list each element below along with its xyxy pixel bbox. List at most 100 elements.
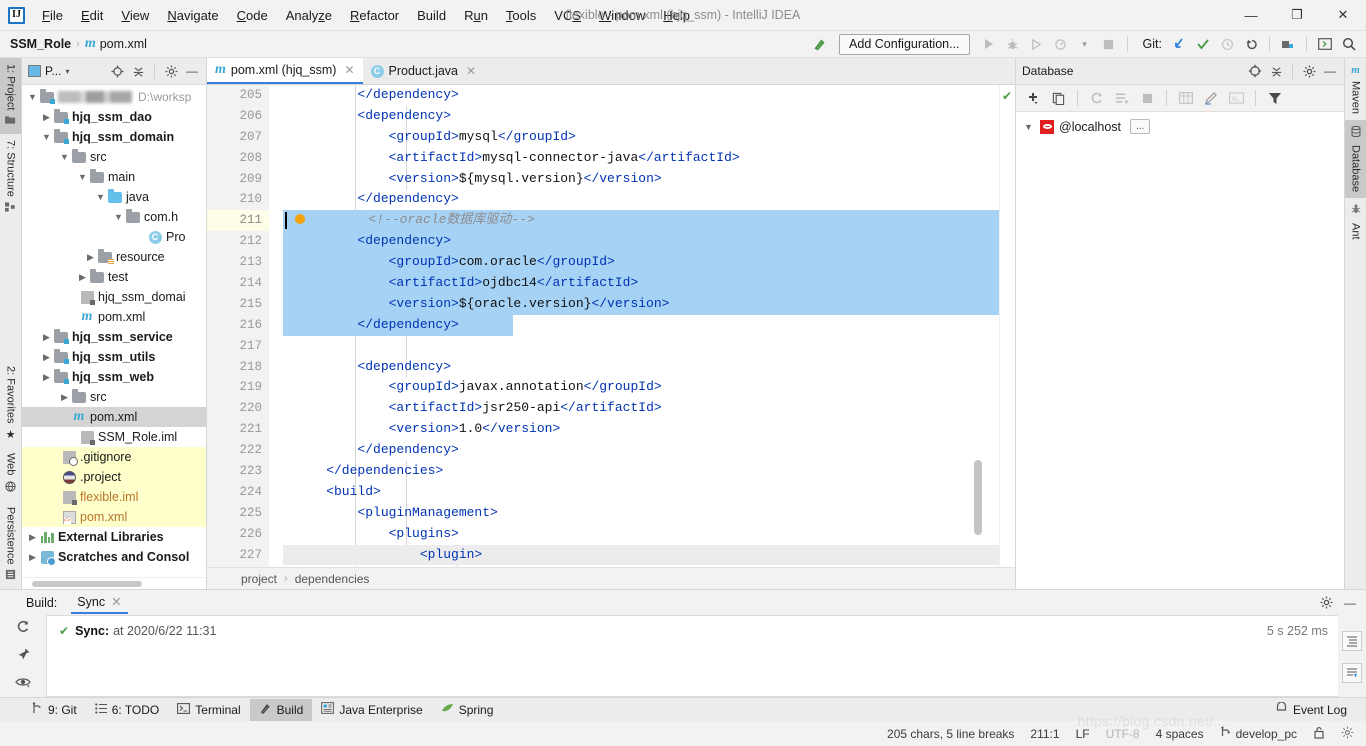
- code-line[interactable]: </dependency>: [283, 440, 999, 461]
- update-project-icon[interactable]: [1168, 33, 1190, 55]
- sidebar-item-structure[interactable]: 7: Structure: [0, 134, 21, 221]
- chevron-down-icon[interactable]: ▼: [112, 212, 125, 222]
- toolwindow-build[interactable]: Build: [249, 698, 313, 721]
- stop-icon[interactable]: [1136, 88, 1158, 109]
- close-icon[interactable]: ✕: [344, 63, 354, 77]
- chevron-right-icon[interactable]: ▶: [40, 332, 53, 343]
- commit-icon[interactable]: [1192, 33, 1214, 55]
- event-log-button[interactable]: Event Log: [1267, 699, 1356, 720]
- tree-node-product-class[interactable]: C Pro: [22, 227, 206, 247]
- tree-node-hjq-ssm-domain[interactable]: ▼ hjq_ssm_domain: [22, 127, 206, 147]
- run-icon[interactable]: [978, 33, 1000, 55]
- menu-code[interactable]: Code: [228, 5, 277, 26]
- chevron-down-icon[interactable]: ▾: [65, 67, 69, 76]
- terminal-toggle-icon[interactable]: [1314, 33, 1336, 55]
- menu-window[interactable]: Window: [590, 5, 654, 26]
- tree-node-scratches[interactable]: ▶ Scratches and Consol: [22, 547, 206, 567]
- chevron-right-icon[interactable]: ▶: [26, 532, 39, 543]
- project-horizontal-scrollbar[interactable]: [22, 577, 206, 589]
- build-output-row[interactable]: ✔ Sync: at 2020/6/22 11:31 5 s 252 ms: [47, 620, 1338, 642]
- rollback-icon[interactable]: [1240, 33, 1262, 55]
- code-line[interactable]: <pluginManagement>: [283, 503, 999, 524]
- close-icon[interactable]: ✕: [111, 594, 121, 609]
- debug-icon[interactable]: [1002, 33, 1024, 55]
- code-line[interactable]: <artifactId>ojdbc14</artifactId>: [283, 273, 999, 294]
- code-line[interactable]: </dependency>: [283, 85, 999, 106]
- tree-node-domain-iml[interactable]: hjq_ssm_domai: [22, 287, 206, 307]
- status-caret-position[interactable]: 211:1: [1030, 727, 1059, 741]
- status-branch[interactable]: develop_pc: [1220, 726, 1297, 741]
- chevron-right-icon[interactable]: ▶: [26, 552, 39, 563]
- add-configuration-button[interactable]: Add Configuration...: [839, 33, 970, 55]
- maximize-restore-button[interactable]: ❐: [1274, 0, 1320, 31]
- menu-help[interactable]: Help: [654, 5, 699, 26]
- code-line[interactable]: <artifactId>jsr250-api</artifactId>: [283, 398, 999, 419]
- pin-icon[interactable]: [16, 647, 31, 665]
- stop-icon[interactable]: [1098, 33, 1120, 55]
- status-indent[interactable]: 4 spaces: [1156, 727, 1204, 741]
- gear-icon[interactable]: [161, 61, 181, 81]
- code-line[interactable]: </dependency>: [283, 314, 513, 336]
- new-datasource-icon[interactable]: [1022, 88, 1044, 109]
- build-hammer-icon[interactable]: [809, 33, 831, 55]
- code-line[interactable]: <groupId>com.oracle</groupId>: [283, 252, 999, 274]
- chevron-down-icon[interactable]: ▼: [58, 152, 71, 162]
- editor-gutter[interactable]: 205 206 207 208 209 210 211 212 213 214 …: [207, 85, 269, 567]
- tree-node-hjq-ssm-web[interactable]: ▶ hjq_ssm_web: [22, 367, 206, 387]
- menu-vcs[interactable]: VCS: [545, 5, 590, 26]
- collapse-all-icon[interactable]: [128, 61, 148, 81]
- chevron-down-icon[interactable]: ▼: [40, 132, 53, 142]
- breadcrumb-file[interactable]: pom.xml: [100, 37, 147, 51]
- sidebar-item-ant[interactable]: Ant: [1345, 198, 1366, 246]
- close-icon[interactable]: ✕: [466, 64, 476, 78]
- duplicate-icon[interactable]: [1047, 88, 1069, 109]
- code-line[interactable]: [283, 336, 999, 357]
- lock-icon[interactable]: [1313, 726, 1325, 742]
- minimize-button[interactable]: —: [1228, 0, 1274, 31]
- toolwindow-git[interactable]: 9: Git: [22, 699, 86, 720]
- sidebar-item-web[interactable]: Web: [0, 447, 21, 500]
- project-tree[interactable]: ▼ D:\worksp ▶ hjq_ssm_dao ▼ hjq_ssm_doma…: [22, 85, 206, 577]
- breadcrumb-dependencies-element[interactable]: dependencies: [295, 572, 370, 586]
- breadcrumb-project[interactable]: SSM_Role: [10, 37, 71, 51]
- gear-icon[interactable]: [1299, 61, 1319, 81]
- menu-view[interactable]: View: [112, 5, 158, 26]
- code-line[interactable]: <version>1.0</version>: [283, 419, 999, 440]
- sidebar-item-persistence[interactable]: Persistence: [0, 501, 21, 589]
- gear-icon[interactable]: [1316, 593, 1336, 613]
- code-line[interactable]: </dependency>: [283, 189, 999, 210]
- sidebar-item-project[interactable]: 1: Project: [0, 58, 21, 135]
- tree-node-gitignore[interactable]: .gitignore: [22, 447, 206, 467]
- filter-icon[interactable]: [1264, 88, 1286, 109]
- editor-vertical-scrollbar[interactable]: [974, 460, 982, 535]
- tree-node-package[interactable]: ▼ com.h: [22, 207, 206, 227]
- hide-panel-icon[interactable]: —: [1320, 61, 1340, 81]
- tree-node-hjq-ssm-service[interactable]: ▶ hjq_ssm_service: [22, 327, 206, 347]
- toolwindow-java-enterprise[interactable]: Java Enterprise: [312, 699, 431, 720]
- tree-node-selected-pom[interactable]: m pom.xml: [22, 407, 206, 427]
- chevron-down-icon[interactable]: ▼: [26, 92, 39, 102]
- code-line-partial[interactable]: <plugin>: [283, 544, 999, 566]
- tree-node-project-file[interactable]: .project: [22, 467, 206, 487]
- build-output[interactable]: ✔ Sync: at 2020/6/22 11:31 5 s 252 ms: [46, 615, 1338, 697]
- synchronize-icon[interactable]: [1111, 88, 1133, 109]
- menu-file[interactable]: File: [33, 5, 72, 26]
- locate-file-icon[interactable]: [107, 61, 127, 81]
- code-line[interactable]: <groupId>mysql</groupId>: [283, 127, 999, 148]
- tree-node-resources[interactable]: ▶ resource: [22, 247, 206, 267]
- menu-tools[interactable]: Tools: [497, 5, 545, 26]
- chevron-right-icon[interactable]: ▶: [40, 112, 53, 123]
- tree-node-main[interactable]: ▼ main: [22, 167, 206, 187]
- chevron-right-icon[interactable]: ▶: [40, 372, 53, 383]
- query-console-icon[interactable]: QL: [1225, 88, 1247, 109]
- tab-pom-xml[interactable]: m pom.xml (hjq_ssm) ✕: [207, 58, 363, 84]
- chevron-down-icon[interactable]: ▼: [76, 172, 89, 182]
- code-line[interactable]: <artifactId>mysql-connector-java</artifa…: [283, 148, 999, 169]
- intention-bulb-icon[interactable]: [295, 213, 305, 224]
- project-structure-icon[interactable]: [1277, 33, 1299, 55]
- tab-product-java[interactable]: C Product.java ✕: [363, 58, 485, 84]
- scroll-to-end-icon[interactable]: [1342, 663, 1362, 683]
- refresh-icon[interactable]: [1086, 88, 1108, 109]
- expand-all-icon[interactable]: [1342, 631, 1362, 651]
- tree-node-java[interactable]: ▼ java: [22, 187, 206, 207]
